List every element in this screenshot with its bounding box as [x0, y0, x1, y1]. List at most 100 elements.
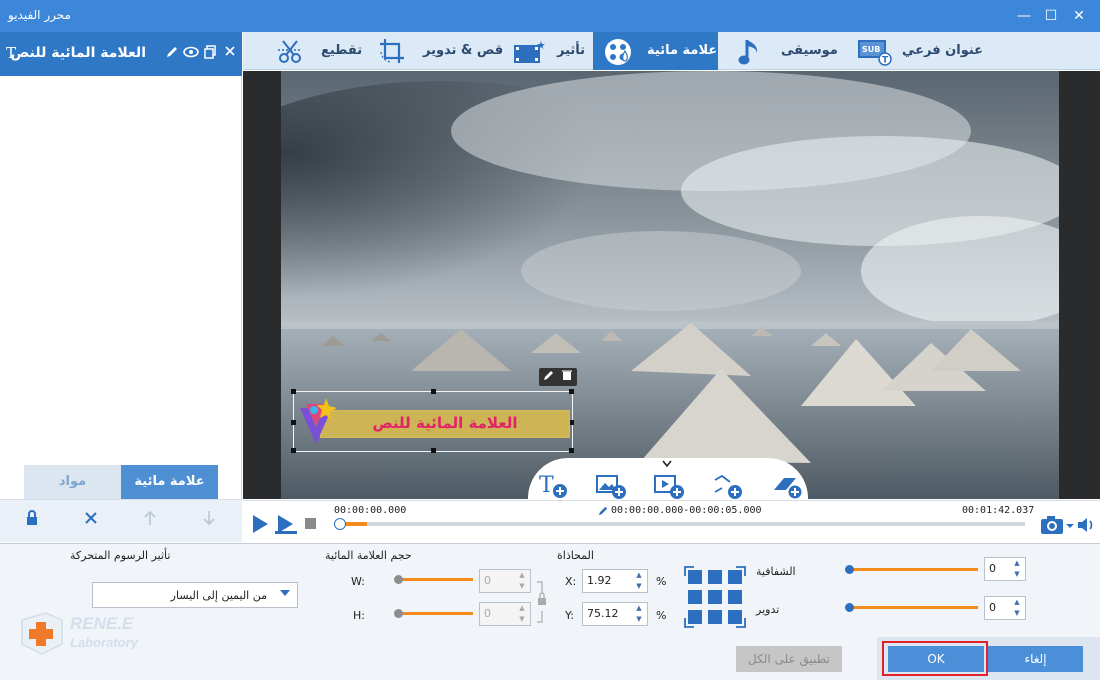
minimize-button[interactable]: —: [1014, 6, 1034, 26]
animation-value: من اليمين إلى اليسار: [170, 589, 267, 602]
aspect-lock-icon[interactable]: [536, 580, 548, 627]
edit-icon[interactable]: [164, 45, 180, 61]
edit-watermark-icon[interactable]: [541, 369, 557, 385]
width-slider-track[interactable]: [398, 578, 473, 581]
play-icon[interactable]: [250, 514, 270, 537]
tab-watermark[interactable]: علامة مائية: [121, 465, 218, 499]
height-input[interactable]: 0 ▲ ▼: [479, 602, 531, 626]
copy-icon[interactable]: [202, 45, 218, 61]
add-graphic-watermark-icon[interactable]: [712, 472, 744, 500]
spin-down-icon[interactable]: ▼: [517, 582, 527, 590]
x-input[interactable]: 1.92 ▲ ▼: [582, 569, 648, 593]
remove-icon[interactable]: [81, 510, 101, 530]
svg-text:SUB: SUB: [862, 45, 880, 54]
tab-cut-label: تقطيع: [321, 43, 363, 58]
resize-handle[interactable]: [569, 389, 574, 394]
resize-handle[interactable]: [431, 389, 436, 394]
delete-x-icon[interactable]: [222, 45, 238, 61]
watermark-item-header[interactable]: T العلامة المائية للنص: [0, 32, 242, 76]
x-percent: %: [656, 575, 667, 588]
cut-icon: [275, 36, 305, 69]
height-slider-knob[interactable]: [394, 609, 403, 618]
opacity-slider-track[interactable]: [850, 568, 978, 571]
effect-icon: [513, 39, 545, 68]
tray-collapse-chevron-icon[interactable]: [662, 460, 672, 471]
tab-material[interactable]: مواد: [24, 465, 121, 499]
tab-subtitle[interactable]: SUB T عنوان فرعي: [855, 32, 985, 70]
spin-down-icon[interactable]: ▼: [634, 615, 644, 623]
spin-down-icon[interactable]: ▼: [1012, 609, 1022, 617]
visibility-eye-icon[interactable]: [183, 45, 199, 61]
segment-edit-icon[interactable]: [598, 505, 609, 519]
timeline-playhead[interactable]: [334, 518, 346, 530]
cancel-button[interactable]: إلغاء: [988, 646, 1083, 672]
svg-text:T: T: [882, 56, 889, 66]
rene-e-logo: RENE.E Laboratory: [18, 610, 158, 658]
rotation-slider-knob[interactable]: [845, 603, 854, 612]
spin-up-icon[interactable]: ▲: [1012, 598, 1022, 606]
rotation-value: 0: [989, 601, 996, 614]
add-video-watermark-icon[interactable]: [654, 472, 686, 500]
y-label: Y:: [565, 609, 574, 622]
width-input[interactable]: 0 ▲ ▼: [479, 569, 531, 593]
tab-cut[interactable]: تقطيع: [273, 32, 373, 70]
alignment-frame: [684, 566, 746, 628]
width-label: W:: [351, 575, 365, 588]
add-shape-watermark-icon[interactable]: [772, 472, 804, 500]
move-down-icon[interactable]: [199, 510, 219, 530]
watermark-tools: [539, 368, 577, 386]
svg-text:T: T: [539, 473, 554, 498]
current-time: 00:00:00.000: [334, 505, 407, 516]
snapshot-camera-icon[interactable]: [1040, 514, 1074, 539]
x-value: 1.92: [587, 574, 612, 587]
opacity-label: الشفافية: [756, 565, 796, 578]
close-button[interactable]: ✕: [1069, 6, 1089, 26]
dropdown-arrow-icon: [279, 587, 291, 601]
y-percent: %: [656, 609, 667, 622]
rotation-input[interactable]: 0 ▲ ▼: [984, 596, 1026, 620]
title-bar: محرر الفيديو — ☐ ✕: [0, 0, 1100, 32]
opacity-slider-knob[interactable]: [845, 565, 854, 574]
resize-handle[interactable]: [431, 448, 436, 453]
y-input[interactable]: 75.12 ▲ ▼: [582, 602, 648, 626]
resize-handle[interactable]: [291, 448, 296, 453]
add-image-watermark-icon[interactable]: [596, 472, 628, 500]
opacity-input[interactable]: 0 ▲ ▼: [984, 557, 1026, 581]
add-text-watermark-icon[interactable]: T: [538, 472, 570, 500]
tab-music[interactable]: موسيقى: [733, 32, 843, 70]
spin-up-icon[interactable]: ▲: [517, 604, 527, 612]
resize-handle[interactable]: [291, 389, 296, 394]
opacity-value: 0: [989, 562, 996, 575]
apply-to-all-button[interactable]: تطبيق على الكل: [736, 646, 842, 672]
resize-handle[interactable]: [569, 448, 574, 453]
spin-up-icon[interactable]: ▲: [1012, 559, 1022, 567]
timeline-track[interactable]: [340, 522, 1025, 526]
lock-icon[interactable]: [22, 510, 42, 530]
logo-line1: RENE.E: [70, 614, 134, 633]
width-slider-knob[interactable]: [394, 575, 403, 584]
spin-up-icon[interactable]: ▲: [634, 604, 644, 612]
spin-down-icon[interactable]: ▼: [517, 615, 527, 623]
resize-handle[interactable]: [291, 420, 296, 425]
spin-down-icon[interactable]: ▼: [1012, 570, 1022, 578]
move-up-icon[interactable]: [140, 510, 160, 530]
tab-watermark-main[interactable]: علامة مائية: [593, 32, 718, 70]
spin-up-icon[interactable]: ▲: [517, 571, 527, 579]
watermark-list-panel: T العلامة المائية للنص مواد علامة مائية: [0, 32, 242, 542]
spin-down-icon[interactable]: ▼: [634, 582, 644, 590]
alignment-grid: [684, 566, 746, 628]
tab-effect[interactable]: تأثير: [509, 32, 591, 70]
maximize-button[interactable]: ☐: [1041, 6, 1061, 26]
rotation-slider-track[interactable]: [850, 606, 978, 609]
animation-select[interactable]: من اليمين إلى اليسار: [92, 582, 298, 608]
tab-subtitle-label: عنوان فرعي: [902, 43, 984, 58]
height-slider-track[interactable]: [398, 612, 473, 615]
watermark-text[interactable]: العلامة المائية للنص: [320, 410, 570, 438]
spin-up-icon[interactable]: ▲: [634, 571, 644, 579]
segment-time-range: 00:00:00.000-00:00:05.000: [611, 505, 762, 516]
delete-watermark-icon[interactable]: [559, 369, 575, 385]
tab-crop-rotate[interactable]: قص & تدوير: [375, 32, 505, 70]
volume-icon[interactable]: [1077, 516, 1097, 537]
play-segment-icon[interactable]: [275, 514, 297, 537]
stop-icon[interactable]: [305, 518, 317, 533]
